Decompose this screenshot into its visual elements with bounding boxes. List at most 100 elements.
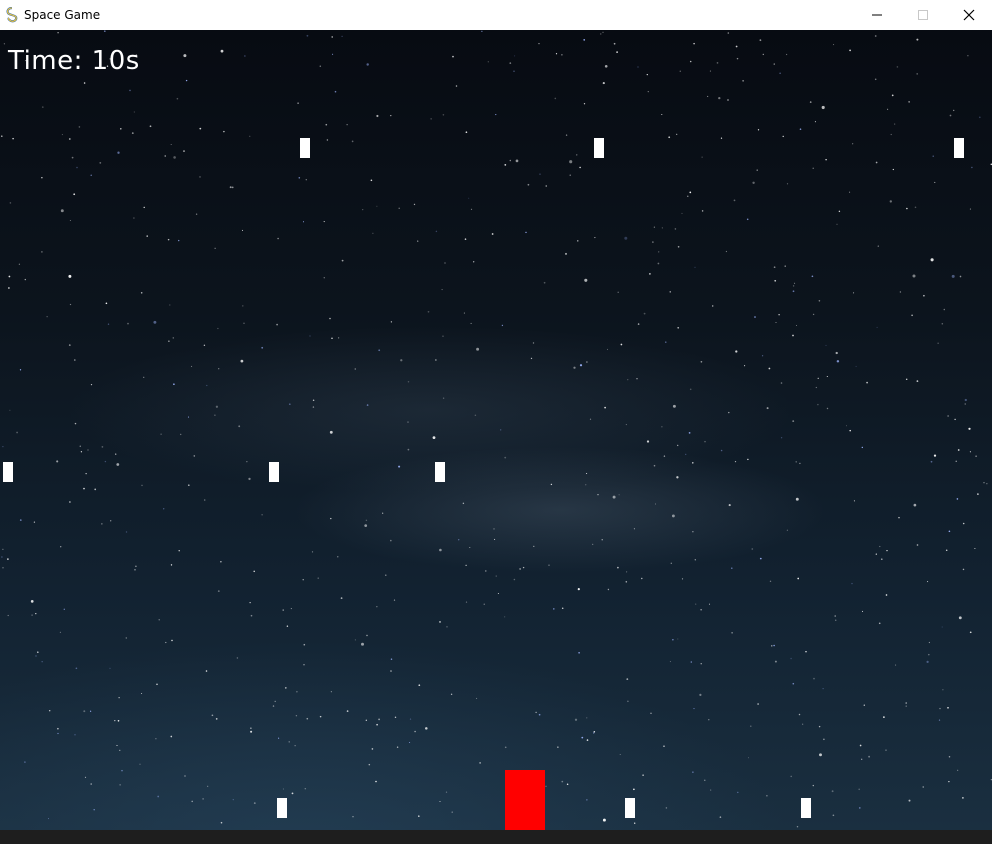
- star: [805, 651, 807, 653]
- star: [771, 645, 773, 647]
- star: [586, 361, 588, 363]
- star: [731, 632, 733, 634]
- star: [85, 473, 87, 475]
- star: [366, 63, 369, 66]
- star: [926, 660, 929, 664]
- star: [798, 713, 801, 716]
- star: [69, 501, 71, 503]
- star: [376, 723, 378, 726]
- star: [125, 637, 128, 639]
- star: [786, 183, 789, 185]
- star: [600, 33, 602, 35]
- close-button[interactable]: [946, 0, 992, 30]
- star: [131, 132, 134, 134]
- star: [297, 102, 299, 104]
- star: [672, 404, 676, 408]
- star: [476, 697, 478, 699]
- star: [119, 784, 121, 786]
- star: [785, 53, 788, 56]
- star: [458, 539, 460, 541]
- falling-bullet: [300, 138, 310, 158]
- star: [594, 237, 596, 239]
- star: [331, 36, 333, 38]
- star: [439, 548, 442, 552]
- star: [7, 614, 9, 617]
- star: [140, 292, 143, 294]
- star: [948, 530, 951, 533]
- star: [495, 575, 497, 577]
- star: [794, 282, 796, 284]
- star: [938, 719, 941, 721]
- star: [476, 347, 480, 351]
- star: [916, 544, 919, 546]
- star: [954, 418, 956, 421]
- star: [555, 53, 558, 55]
- star: [812, 167, 814, 169]
- star: [206, 384, 208, 387]
- star: [756, 169, 758, 171]
- star: [272, 705, 275, 707]
- star: [244, 55, 246, 57]
- star: [452, 55, 454, 58]
- star: [303, 643, 306, 646]
- star: [885, 749, 887, 751]
- star: [905, 705, 907, 707]
- falling-bullet: [954, 138, 964, 158]
- star: [193, 455, 196, 457]
- star: [291, 792, 294, 795]
- star: [135, 565, 137, 568]
- star: [372, 232, 374, 234]
- star: [641, 577, 643, 580]
- star: [690, 661, 693, 663]
- star: [371, 748, 374, 750]
- star: [606, 348, 609, 350]
- minimize-button[interactable]: [854, 0, 900, 30]
- star: [774, 660, 777, 663]
- star: [581, 736, 584, 739]
- star: [3, 43, 6, 45]
- star: [117, 151, 120, 154]
- star: [199, 127, 202, 130]
- star: [487, 61, 489, 63]
- star: [394, 716, 397, 719]
- star: [306, 717, 309, 720]
- star: [497, 592, 499, 595]
- star: [616, 51, 618, 53]
- player-ship[interactable]: [505, 770, 545, 830]
- star: [759, 557, 762, 560]
- star: [94, 488, 97, 491]
- star: [958, 616, 962, 620]
- star: [68, 138, 71, 140]
- star: [908, 799, 911, 802]
- star: [57, 732, 59, 735]
- star: [143, 376, 145, 378]
- star: [566, 783, 569, 785]
- star: [116, 463, 120, 466]
- star: [79, 445, 81, 447]
- star: [309, 335, 311, 337]
- star: [671, 514, 675, 518]
- star: [277, 237, 279, 240]
- star: [565, 134, 568, 136]
- star: [63, 608, 65, 610]
- star: [814, 121, 816, 123]
- star: [561, 780, 564, 783]
- star: [681, 578, 684, 580]
- star: [69, 303, 72, 306]
- star: [187, 484, 190, 487]
- game-canvas[interactable]: Time: 10s: [0, 30, 992, 830]
- maximize-button[interactable]: [900, 0, 946, 30]
- star: [593, 732, 595, 734]
- star: [964, 398, 967, 402]
- star: [688, 432, 691, 434]
- title-bar[interactable]: Space Game: [0, 0, 992, 30]
- star: [942, 689, 944, 691]
- star: [133, 111, 135, 113]
- star: [817, 403, 819, 406]
- star: [305, 178, 308, 181]
- star: [2, 566, 4, 569]
- star: [217, 590, 220, 592]
- star: [195, 213, 198, 215]
- window-controls: [854, 0, 992, 30]
- star: [368, 763, 371, 766]
